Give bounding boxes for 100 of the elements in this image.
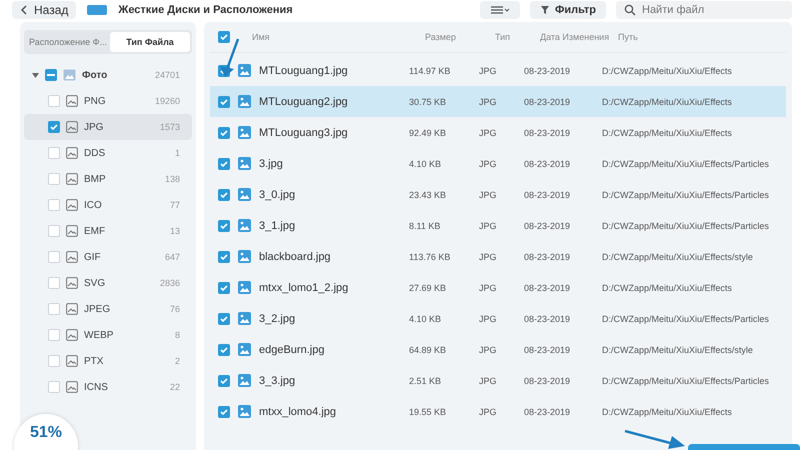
file-type: JPG bbox=[479, 190, 498, 200]
file-row[interactable]: MTLouguang2.jpg 30.75 KB JPG 08-23-2019 D:/CWZapp/Meitu/XiuXiu/Effects bbox=[210, 86, 786, 117]
checkmark-icon bbox=[219, 344, 229, 354]
annotation-arrow bbox=[218, 38, 240, 78]
search-field[interactable]: Найти файл bbox=[616, 1, 792, 19]
tree-item[interactable]: WEBP 8 bbox=[24, 322, 192, 348]
file-row[interactable]: edgeBurn.jpg 64.89 KB JPG 08-23-2019 D:/CWZapp/Meitu/XiuXiu/Effects/style bbox=[210, 334, 786, 365]
item-count: 77 bbox=[170, 200, 180, 210]
file-size: 23.43 KB bbox=[409, 190, 448, 200]
progress-percent: 51% bbox=[30, 424, 62, 443]
back-button[interactable]: Назад bbox=[12, 1, 76, 19]
view-menu-button[interactable] bbox=[480, 1, 520, 19]
funnel-icon bbox=[540, 5, 550, 15]
tree-item[interactable]: ICNS 22 bbox=[24, 374, 192, 400]
image-icon bbox=[66, 251, 78, 263]
checkmark-icon bbox=[219, 376, 229, 386]
file-row[interactable]: blackboard.jpg 113.76 KB JPG 08-23-2019 D:/CWZapp/Meitu/XiuXiu/Effects/style bbox=[210, 241, 786, 272]
tree-item[interactable]: SVG 2836 bbox=[24, 270, 192, 296]
checkbox[interactable] bbox=[218, 158, 230, 170]
checkbox[interactable] bbox=[218, 406, 230, 418]
file-name: 3_1.jpg bbox=[258, 220, 296, 232]
checkbox[interactable] bbox=[48, 329, 60, 341]
file-type: JPG bbox=[479, 252, 498, 262]
file-type: JPG bbox=[479, 406, 498, 416]
select-all-checkbox[interactable] bbox=[218, 31, 230, 43]
tree-label: GIF bbox=[84, 252, 102, 262]
checkbox[interactable] bbox=[48, 225, 60, 237]
checkbox[interactable] bbox=[218, 96, 230, 108]
checkbox[interactable] bbox=[218, 344, 230, 356]
checkbox[interactable] bbox=[218, 220, 230, 232]
image-icon bbox=[66, 303, 78, 315]
checkbox[interactable] bbox=[48, 95, 60, 107]
file-type: JPG bbox=[479, 344, 498, 354]
tree-item[interactable]: JPG 1573 bbox=[24, 114, 192, 140]
tab[interactable]: Тип Файла bbox=[110, 32, 190, 52]
file-row[interactable]: 3_3.jpg 2.51 KB JPG 08-23-2019 D:/CWZapp/Meitu/XiuXiu/Effects/Particles bbox=[210, 365, 786, 396]
image-file-icon bbox=[238, 188, 251, 201]
checkbox[interactable] bbox=[218, 374, 230, 386]
file-row[interactable]: mtxx_lomo4.jpg 19.55 KB JPG 08-23-2019 D:/CWZapp/Meitu/XiuXiu/Effects bbox=[210, 396, 786, 427]
checkbox[interactable] bbox=[48, 303, 60, 315]
dash-icon bbox=[47, 73, 55, 77]
modified-date: 08-23-2019 bbox=[524, 406, 572, 416]
item-count: 1573 bbox=[160, 122, 180, 132]
file-row[interactable]: 3_1.jpg 8.11 KB JPG 08-23-2019 D:/CWZapp/Meitu/XiuXiu/Effects/Particles bbox=[210, 210, 786, 241]
file-size: 27.69 KB bbox=[409, 282, 448, 292]
file-type: JPG bbox=[479, 282, 498, 292]
tree-item[interactable]: Фото 24701 bbox=[24, 62, 192, 88]
tree-item[interactable]: ICO 77 bbox=[24, 192, 192, 218]
file-row[interactable]: 3_2.jpg 4.10 KB JPG 08-23-2019 D:/CWZapp/Meitu/XiuXiu/Effects/Particles bbox=[210, 303, 786, 334]
checkmark-icon bbox=[219, 128, 229, 138]
tree-item[interactable]: PNG 19260 bbox=[24, 88, 192, 114]
hard-drive-icon bbox=[86, 3, 108, 17]
file-path: D:/CWZapp/Meitu/XiuXiu/Effects bbox=[602, 66, 733, 76]
file-size: 30.75 KB bbox=[409, 96, 448, 106]
checkbox[interactable] bbox=[218, 282, 230, 294]
image-icon bbox=[66, 121, 78, 133]
item-count: 13 bbox=[170, 226, 180, 236]
file-type: JPG bbox=[479, 96, 498, 106]
tree-item[interactable]: JPEG 76 bbox=[24, 296, 192, 322]
file-size: 4.10 KB bbox=[409, 314, 442, 324]
file-row[interactable]: MTLouguang3.jpg 92.49 KB JPG 08-23-2019 D:/CWZapp/Meitu/XiuXiu/Effects bbox=[210, 117, 786, 148]
tab[interactable]: Расположение Ф... bbox=[26, 32, 110, 52]
checkbox[interactable] bbox=[48, 277, 60, 289]
checkmark-icon bbox=[219, 282, 229, 292]
file-row[interactable]: 3.jpg 4.10 KB JPG 08-23-2019 D:/CWZapp/Meitu/XiuXiu/Effects/Particles bbox=[210, 148, 786, 179]
checkbox[interactable] bbox=[48, 251, 60, 263]
checkbox[interactable] bbox=[48, 121, 60, 133]
modified-date: 08-23-2019 bbox=[524, 128, 572, 138]
image-file-icon bbox=[238, 64, 251, 77]
filter-button[interactable]: Фильтр bbox=[530, 1, 606, 19]
item-count: 8 bbox=[174, 330, 180, 340]
file-path: D:/CWZapp/Meitu/XiuXiu/Effects bbox=[602, 406, 733, 416]
file-row[interactable]: 3_0.jpg 23.43 KB JPG 08-23-2019 D:/CWZapp/Meitu/XiuXiu/Effects/Particles bbox=[210, 179, 786, 210]
checkbox[interactable] bbox=[218, 312, 230, 324]
tree-item[interactable]: BMP 138 bbox=[24, 166, 192, 192]
file-path: D:/CWZapp/Meitu/XiuXiu/Effects/Particles bbox=[602, 314, 770, 324]
checkmark-icon bbox=[219, 32, 229, 42]
tree-item[interactable]: DDS 1 bbox=[24, 140, 192, 166]
file-size: 114.97 KB bbox=[409, 66, 452, 76]
tree-item[interactable]: GIF 647 bbox=[24, 244, 192, 270]
image-icon bbox=[66, 381, 78, 393]
modified-date: 08-23-2019 bbox=[524, 158, 572, 168]
file-row[interactable]: mtxx_lomo1_2.jpg 27.69 KB JPG 08-23-2019 D:/CWZapp/Meitu/XiuXiu/Effects bbox=[210, 272, 786, 303]
image-icon bbox=[66, 225, 78, 237]
checkbox[interactable] bbox=[218, 188, 230, 200]
tree-label: JPG bbox=[84, 122, 104, 132]
checkbox[interactable] bbox=[48, 199, 60, 211]
checkbox[interactable] bbox=[48, 173, 60, 185]
checkbox[interactable] bbox=[45, 69, 57, 81]
item-count: 76 bbox=[170, 304, 180, 314]
checkbox[interactable] bbox=[48, 381, 60, 393]
checkbox[interactable] bbox=[218, 126, 230, 138]
checkbox[interactable] bbox=[218, 250, 230, 262]
checkmark-icon bbox=[219, 96, 229, 106]
checkbox[interactable] bbox=[48, 355, 60, 367]
file-name: blackboard.jpg bbox=[258, 250, 332, 262]
tree-item[interactable]: EMF 13 bbox=[24, 218, 192, 244]
tree-item[interactable]: PTX 2 bbox=[24, 348, 192, 374]
modified-date: 08-23-2019 bbox=[524, 66, 572, 76]
checkbox[interactable] bbox=[48, 147, 60, 159]
